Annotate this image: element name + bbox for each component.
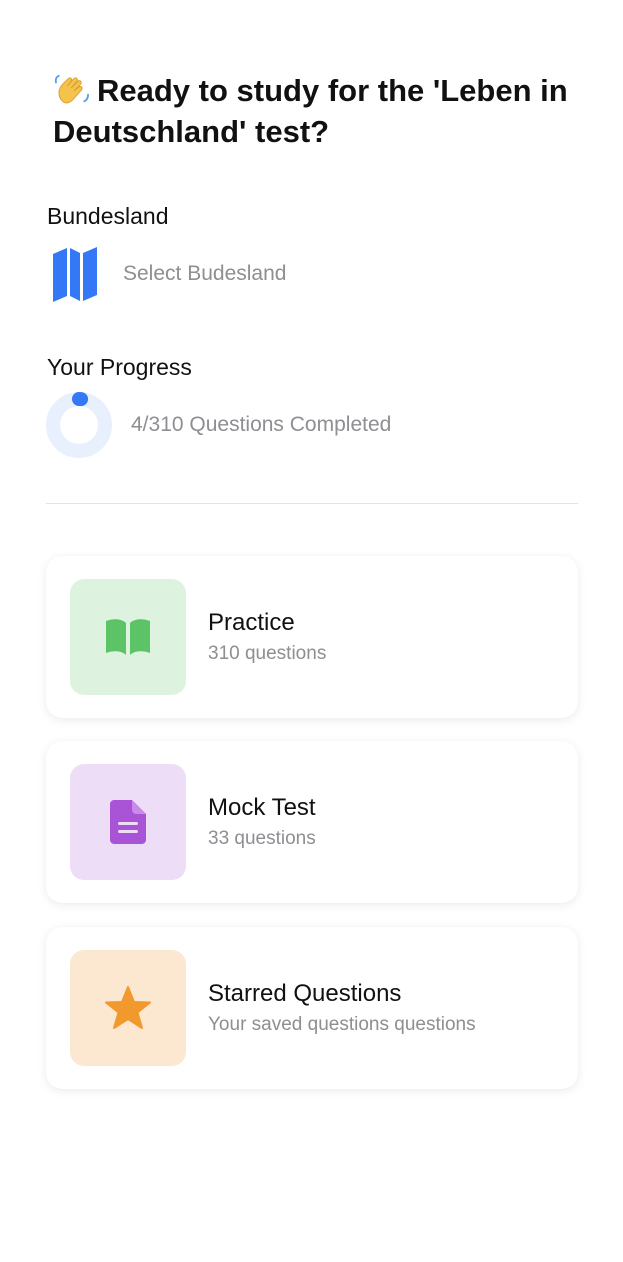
- page-title-text: Ready to study for the 'Leben in Deutsch…: [53, 73, 568, 149]
- starred-questions-tile: [70, 950, 186, 1066]
- starred-questions-subtitle: Your saved questions questions: [208, 1014, 476, 1035]
- starred-questions-card[interactable]: Starred Questions Your saved questions q…: [46, 927, 578, 1089]
- practice-subtitle: 310 questions: [208, 643, 327, 664]
- divider: [46, 503, 578, 504]
- mock-test-subtitle: 33 questions: [208, 828, 316, 849]
- map-icon: [53, 247, 97, 302]
- star-icon: [105, 986, 151, 1029]
- practice-card[interactable]: Practice 310 questions: [46, 556, 578, 718]
- progress-ring: [46, 392, 112, 458]
- mock-test-card[interactable]: Mock Test 33 questions: [46, 741, 578, 903]
- progress-label: Your Progress: [47, 354, 192, 380]
- book-icon: [106, 619, 150, 655]
- select-bundesland-button[interactable]: Select Budesland: [45, 239, 286, 309]
- starred-questions-title: Starred Questions: [208, 980, 402, 1007]
- select-bundesland-placeholder: Select Budesland: [123, 262, 287, 285]
- progress-row: 4/310 Questions Completed: [45, 390, 391, 460]
- mock-test-tile: [70, 764, 186, 880]
- bundesland-label: Bundesland: [47, 203, 169, 229]
- mock-test-title: Mock Test: [208, 794, 316, 821]
- practice-title: Practice: [208, 609, 295, 636]
- waving-hand-icon: [54, 74, 89, 104]
- practice-tile: [70, 579, 186, 695]
- page-title: Ready to study for the 'Leben in Deutsch…: [53, 70, 593, 152]
- document-icon: [110, 800, 146, 844]
- progress-text: 4/310 Questions Completed: [131, 413, 392, 436]
- progress-ring-track: [46, 392, 112, 458]
